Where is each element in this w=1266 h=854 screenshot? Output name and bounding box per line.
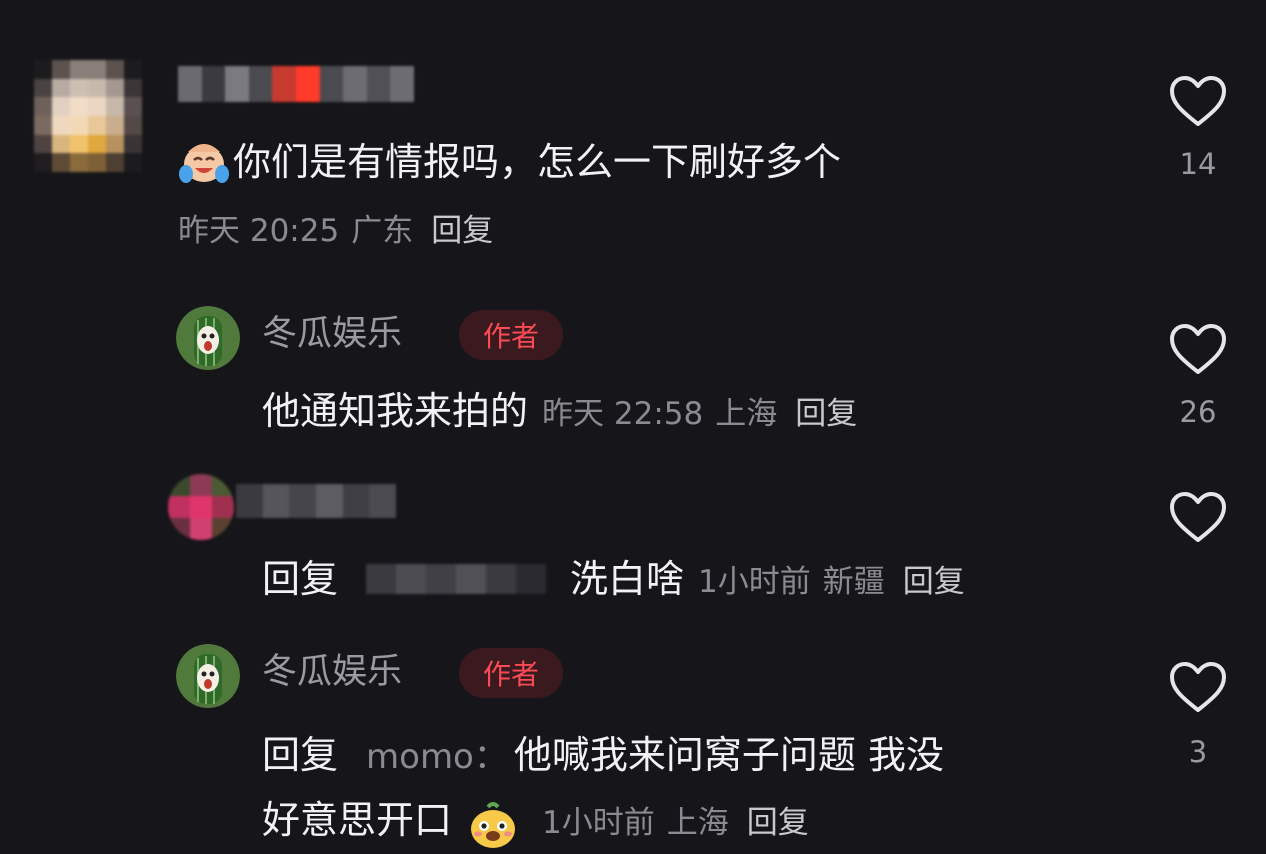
- comment-time: 昨天 20:25: [178, 213, 340, 249]
- reply-content-line2: 好意思开口 1小时前 上海 回复: [262, 801, 809, 851]
- reply-location: 新疆: [822, 564, 885, 600]
- author-username[interactable]: 冬瓜娱乐: [262, 655, 402, 690]
- mentioned-user[interactable]: momo：: [366, 740, 508, 774]
- dog-face-emoji: [471, 802, 516, 848]
- username-blurred[interactable]: [178, 66, 414, 102]
- username-blurred[interactable]: [236, 484, 396, 518]
- reply-text: 洗白啥: [570, 557, 685, 601]
- reply-prefix: 回复: [262, 557, 339, 601]
- reply-text: 他喊我来问窝子问题 我没: [513, 733, 944, 777]
- heart-icon[interactable]: [1168, 322, 1228, 378]
- reply-content: 回复 洗白啥 1小时前 新疆 回复: [262, 560, 965, 598]
- mentioned-user-blurred[interactable]: [366, 564, 547, 594]
- reply-button[interactable]: 回复: [795, 399, 857, 430]
- heart-icon[interactable]: [1168, 660, 1228, 716]
- winter-melon-avatar[interactable]: [176, 306, 240, 370]
- reply-location: 上海: [666, 805, 729, 841]
- author-username[interactable]: 冬瓜娱乐: [262, 317, 402, 352]
- like-count: 26: [1179, 395, 1217, 429]
- comment-location: 广东: [351, 213, 414, 249]
- avatar[interactable]: [34, 60, 142, 172]
- comment-text: 你们是有情报吗，怎么一下刷好多个: [233, 140, 842, 184]
- reply-button[interactable]: 回复: [747, 808, 809, 839]
- reply-location: 上海: [715, 396, 778, 432]
- crying-laughing-emoji: [179, 144, 229, 183]
- avatar[interactable]: [168, 474, 234, 540]
- author-badge: 作者: [459, 310, 563, 360]
- heart-icon[interactable]: [1168, 490, 1228, 546]
- reply-time: 昨天 22:58: [542, 396, 704, 432]
- comment-meta: 昨天 20:25 广东 回复: [178, 216, 493, 247]
- reply-text-cont: 好意思开口: [262, 798, 453, 842]
- like-count: 3: [1188, 735, 1208, 769]
- reply-content-line1: 回复 momo： 他喊我来问窝子问题 我没: [262, 736, 944, 774]
- reply-prefix: 回复: [262, 733, 339, 777]
- reply-text: 他通知我来拍的: [262, 389, 529, 433]
- reply-time: 1小时前: [542, 805, 655, 841]
- winter-melon-avatar[interactable]: [176, 644, 240, 708]
- reply-button[interactable]: 回复: [903, 567, 965, 598]
- reply-time: 1小时前: [698, 564, 811, 600]
- author-badge: 作者: [459, 648, 563, 698]
- like-count: 14: [1179, 147, 1217, 181]
- reply-button[interactable]: 回复: [431, 216, 493, 247]
- reply-content: 他通知我来拍的 昨天 22:58 上海 回复: [262, 392, 857, 430]
- heart-icon[interactable]: [1168, 74, 1228, 130]
